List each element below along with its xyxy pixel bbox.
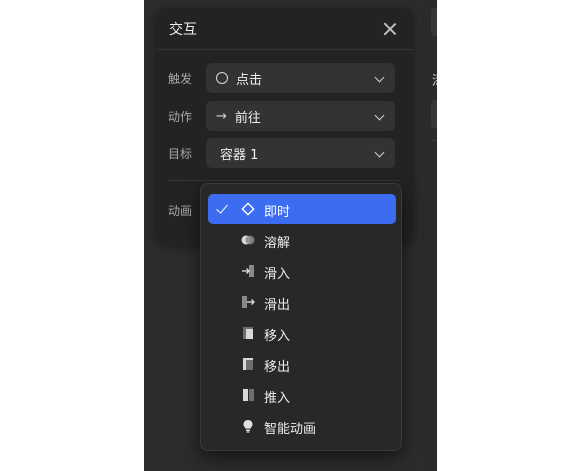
option-slide-in[interactable]: 滑入 xyxy=(208,256,396,286)
diamond-icon xyxy=(241,202,255,216)
target-label: 目标 xyxy=(168,146,193,161)
target-value: 容器 1 xyxy=(220,147,259,163)
option-move-in[interactable]: 移入 xyxy=(208,318,396,348)
trigger-select[interactable]: 点击 xyxy=(206,63,395,93)
option-label: 滑出 xyxy=(264,298,291,313)
option-label: 智能动画 xyxy=(264,422,317,437)
target-row: 目标 容器 1 xyxy=(168,138,398,168)
option-label: 推入 xyxy=(264,391,291,406)
option-dissolve[interactable]: 溶解 xyxy=(208,225,396,255)
option-push[interactable]: 推入 xyxy=(208,380,396,410)
option-move-out[interactable]: 移出 xyxy=(208,349,396,379)
chevron-down-icon xyxy=(374,147,385,158)
action-label: 动作 xyxy=(168,109,193,124)
option-instant[interactable]: 即时 xyxy=(208,194,396,224)
slide-out-icon xyxy=(242,296,255,308)
target-select[interactable]: 容器 1 xyxy=(206,138,395,168)
close-icon[interactable] xyxy=(381,20,399,38)
option-label: 滑入 xyxy=(264,267,291,282)
panel-title: 交互 xyxy=(169,21,197,38)
action-value: 前往 xyxy=(234,110,261,126)
check-icon xyxy=(216,201,228,214)
right-side-panel: 添 xyxy=(423,0,437,471)
chevron-down-icon xyxy=(374,110,385,121)
move-in-icon xyxy=(243,327,253,339)
arrow-right-icon: → xyxy=(216,108,227,124)
side-tab[interactable] xyxy=(431,8,437,36)
dissolve-icon xyxy=(241,235,255,245)
trigger-label: 触发 xyxy=(168,71,193,86)
option-label: 即时 xyxy=(264,205,291,220)
option-label: 移出 xyxy=(264,360,291,375)
trigger-value: 点击 xyxy=(236,72,263,88)
move-out-icon xyxy=(243,358,253,370)
option-label: 溶解 xyxy=(264,236,291,251)
panel-divider xyxy=(168,180,400,181)
option-smart-animate[interactable]: 智能动画 xyxy=(208,411,396,441)
side-partial-label: 添 xyxy=(432,70,437,89)
chevron-down-icon xyxy=(374,72,385,83)
push-icon xyxy=(243,389,254,401)
slide-in-icon xyxy=(242,265,254,277)
smart-animate-icon xyxy=(243,420,253,433)
action-row: 动作 → 前往 xyxy=(168,101,398,131)
side-tab[interactable] xyxy=(431,100,437,128)
trigger-row: 触发 点击 xyxy=(168,63,398,93)
option-label: 移入 xyxy=(264,329,291,344)
action-select[interactable]: → 前往 xyxy=(206,101,395,131)
option-slide-out[interactable]: 滑出 xyxy=(208,287,396,317)
side-divider xyxy=(431,140,437,141)
panel-header: 交互 xyxy=(156,8,413,50)
circle-icon xyxy=(216,72,228,84)
animation-dropdown: 即时 溶解 滑入 滑出 移入 移出 推入 智能动画 xyxy=(200,183,402,451)
